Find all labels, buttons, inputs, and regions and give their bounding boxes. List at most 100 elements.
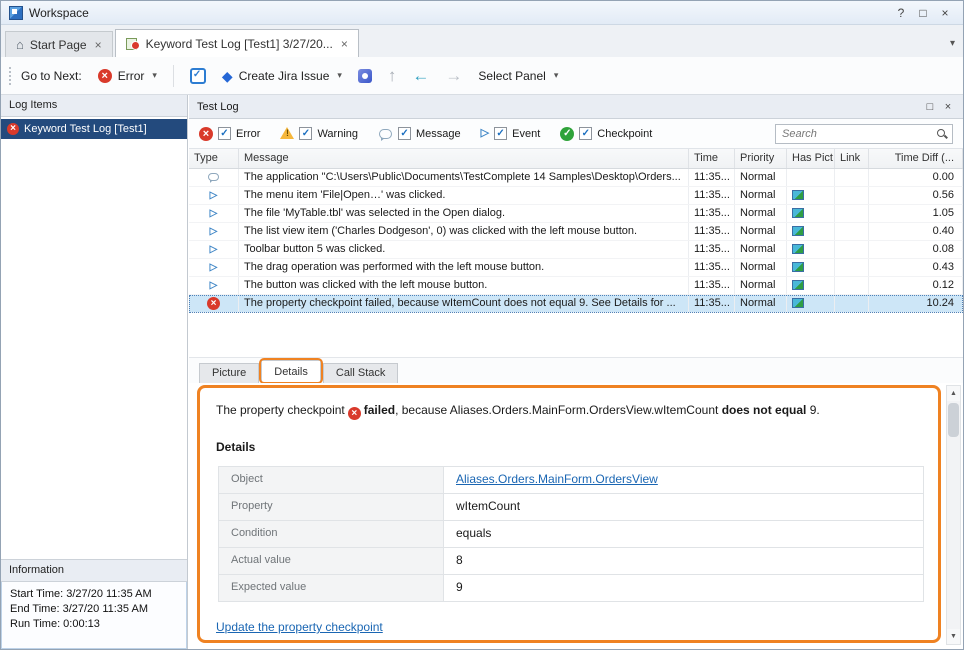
details-value: 9 [444,575,923,601]
post-issue-icon [190,68,206,84]
log-row[interactable]: The button was clicked with the left mou… [189,277,963,295]
filter-checkpoint[interactable]: Checkpoint [560,127,652,141]
details-row-condition: Condition equals [218,521,924,548]
filter-message-label: Message [416,128,461,140]
search-input[interactable] [775,124,953,144]
export-button[interactable] [380,64,405,88]
tab-start-page[interactable]: Start Page × [5,31,113,57]
post-issue-button[interactable] [182,64,214,88]
select-panel-label: Select Panel [478,69,545,83]
details-label: Object [219,467,444,493]
column-has-picture[interactable]: Has Pict... [787,149,835,168]
toolbar-grip[interactable] [9,67,13,85]
log-type-icon [207,189,220,202]
log-row-has-picture [787,259,835,276]
information-content: Start Time: 3/27/20 11:35 AM End Time: 3… [1,582,187,649]
column-link[interactable]: Link [835,149,869,168]
tab-call-stack[interactable]: Call Stack [323,363,399,383]
filter-message[interactable]: Message [378,127,461,141]
column-priority[interactable]: Priority [735,149,787,168]
log-row[interactable]: The application "C:\Users\Public\Documen… [189,169,963,187]
log-row-link [835,187,869,204]
checkpoint-checkbox[interactable] [579,127,592,140]
log-items-header: Log Items [1,95,187,117]
update-checkpoint-link[interactable]: Update the property checkpoint [216,620,383,634]
panel-close-button[interactable]: × [939,99,957,115]
export-arrow-icon [388,68,397,84]
error-checkbox[interactable] [218,127,231,140]
filter-error[interactable]: Error [199,127,260,141]
warning-icon [280,127,294,140]
workspace-window: Workspace ? □ × Start Page × Keyword Tes… [0,0,964,650]
details-row-object: Object Aliases.Orders.MainForm.OrdersVie… [218,467,924,494]
filter-checkpoint-label: Checkpoint [597,128,652,140]
scroll-up-icon[interactable]: ▲ [947,386,960,401]
details-scrollbar[interactable]: ▲ ▼ [946,385,961,645]
tab-keyword-test-log-label: Keyword Test Log [Test1] 3/27/20... [146,37,333,51]
event-checkbox[interactable] [494,127,507,140]
tab-details[interactable]: Details [261,360,321,383]
log-row-priority: Normal [735,223,787,240]
log-row[interactable]: Toolbar button 5 was clicked. 11:35... N… [189,241,963,259]
details-row-property: Property wItemCount [218,494,924,521]
title-bar: Workspace ? □ × [1,1,963,25]
log-table-body: The application "C:\Users\Public\Documen… [189,169,963,313]
filter-warning[interactable]: Warning [280,127,358,140]
log-row-time-diff: 0.12 [869,277,963,294]
picture-icon [792,226,804,236]
information-panel: Information Start Time: 3/27/20 11:35 AM… [1,559,187,649]
filter-event[interactable]: Event [481,127,541,140]
picture-icon [792,262,804,272]
scrollbar-track[interactable] [947,401,960,629]
log-row-selected[interactable]: The property checkpoint failed, because … [189,295,963,313]
log-row[interactable]: The menu item 'File|Open…' was clicked. … [189,187,963,205]
tab-keyword-test-log[interactable]: Keyword Test Log [Test1] 3/27/20... × [115,29,359,57]
details-table: Object Aliases.Orders.MainForm.OrdersVie… [218,466,924,602]
restore-button[interactable]: □ [913,4,933,22]
create-jira-issue-button[interactable]: Create Jira Issue [214,65,350,87]
event-icon [481,127,489,140]
column-message[interactable]: Message [239,149,689,168]
previous-item-button[interactable] [404,64,437,88]
summary-bold: does not equal [722,403,807,417]
log-row[interactable]: The drag operation was performed with th… [189,259,963,277]
log-row-time: 11:35... [689,205,735,222]
panel-restore-button[interactable]: □ [921,99,939,115]
jira-issue-button[interactable] [350,65,380,87]
tab-close-icon[interactable]: × [341,37,348,51]
log-row-time: 11:35... [689,223,735,240]
help-button[interactable]: ? [891,4,911,22]
next-item-button[interactable] [437,64,470,88]
picture-icon [792,298,804,308]
column-time-diff[interactable]: Time Diff (... [869,149,963,168]
details-heading: Details [216,440,922,454]
tree-item-keyword-test-log[interactable]: Keyword Test Log [Test1] [1,119,187,139]
log-row-priority: Normal [735,259,787,276]
log-row[interactable]: The list view item ('Charles Dodgeson', … [189,223,963,241]
goto-next-error-dropdown[interactable]: Error [90,65,165,87]
details-value: 8 [444,548,923,574]
scrollbar-thumb[interactable] [948,403,959,437]
select-panel-dropdown[interactable]: Select Panel [470,65,566,87]
close-button[interactable]: × [935,4,955,22]
details-label: Expected value [219,575,444,601]
tab-list-dropdown-icon[interactable] [950,38,955,49]
object-link[interactable]: Aliases.Orders.MainForm.OrdersView [456,472,658,486]
log-items-tree: Keyword Test Log [Test1] [1,117,187,559]
log-type-icon [207,261,220,274]
window-title: Workspace [29,6,89,20]
jira-issue-icon [358,69,372,83]
scroll-down-icon[interactable]: ▼ [947,629,960,644]
column-time[interactable]: Time [689,149,735,168]
column-type[interactable]: Type [189,149,239,168]
log-row-has-picture [787,187,835,204]
message-checkbox[interactable] [398,127,411,140]
tab-close-icon[interactable]: × [95,38,102,52]
picture-icon [792,244,804,254]
log-row-time: 11:35... [689,259,735,276]
log-row[interactable]: The file 'MyTable.tbl' was selected in t… [189,205,963,223]
tab-picture[interactable]: Picture [199,363,259,383]
goto-next-label: Go to Next: [21,69,82,83]
log-table-empty-area [189,313,963,357]
warning-checkbox[interactable] [299,127,312,140]
